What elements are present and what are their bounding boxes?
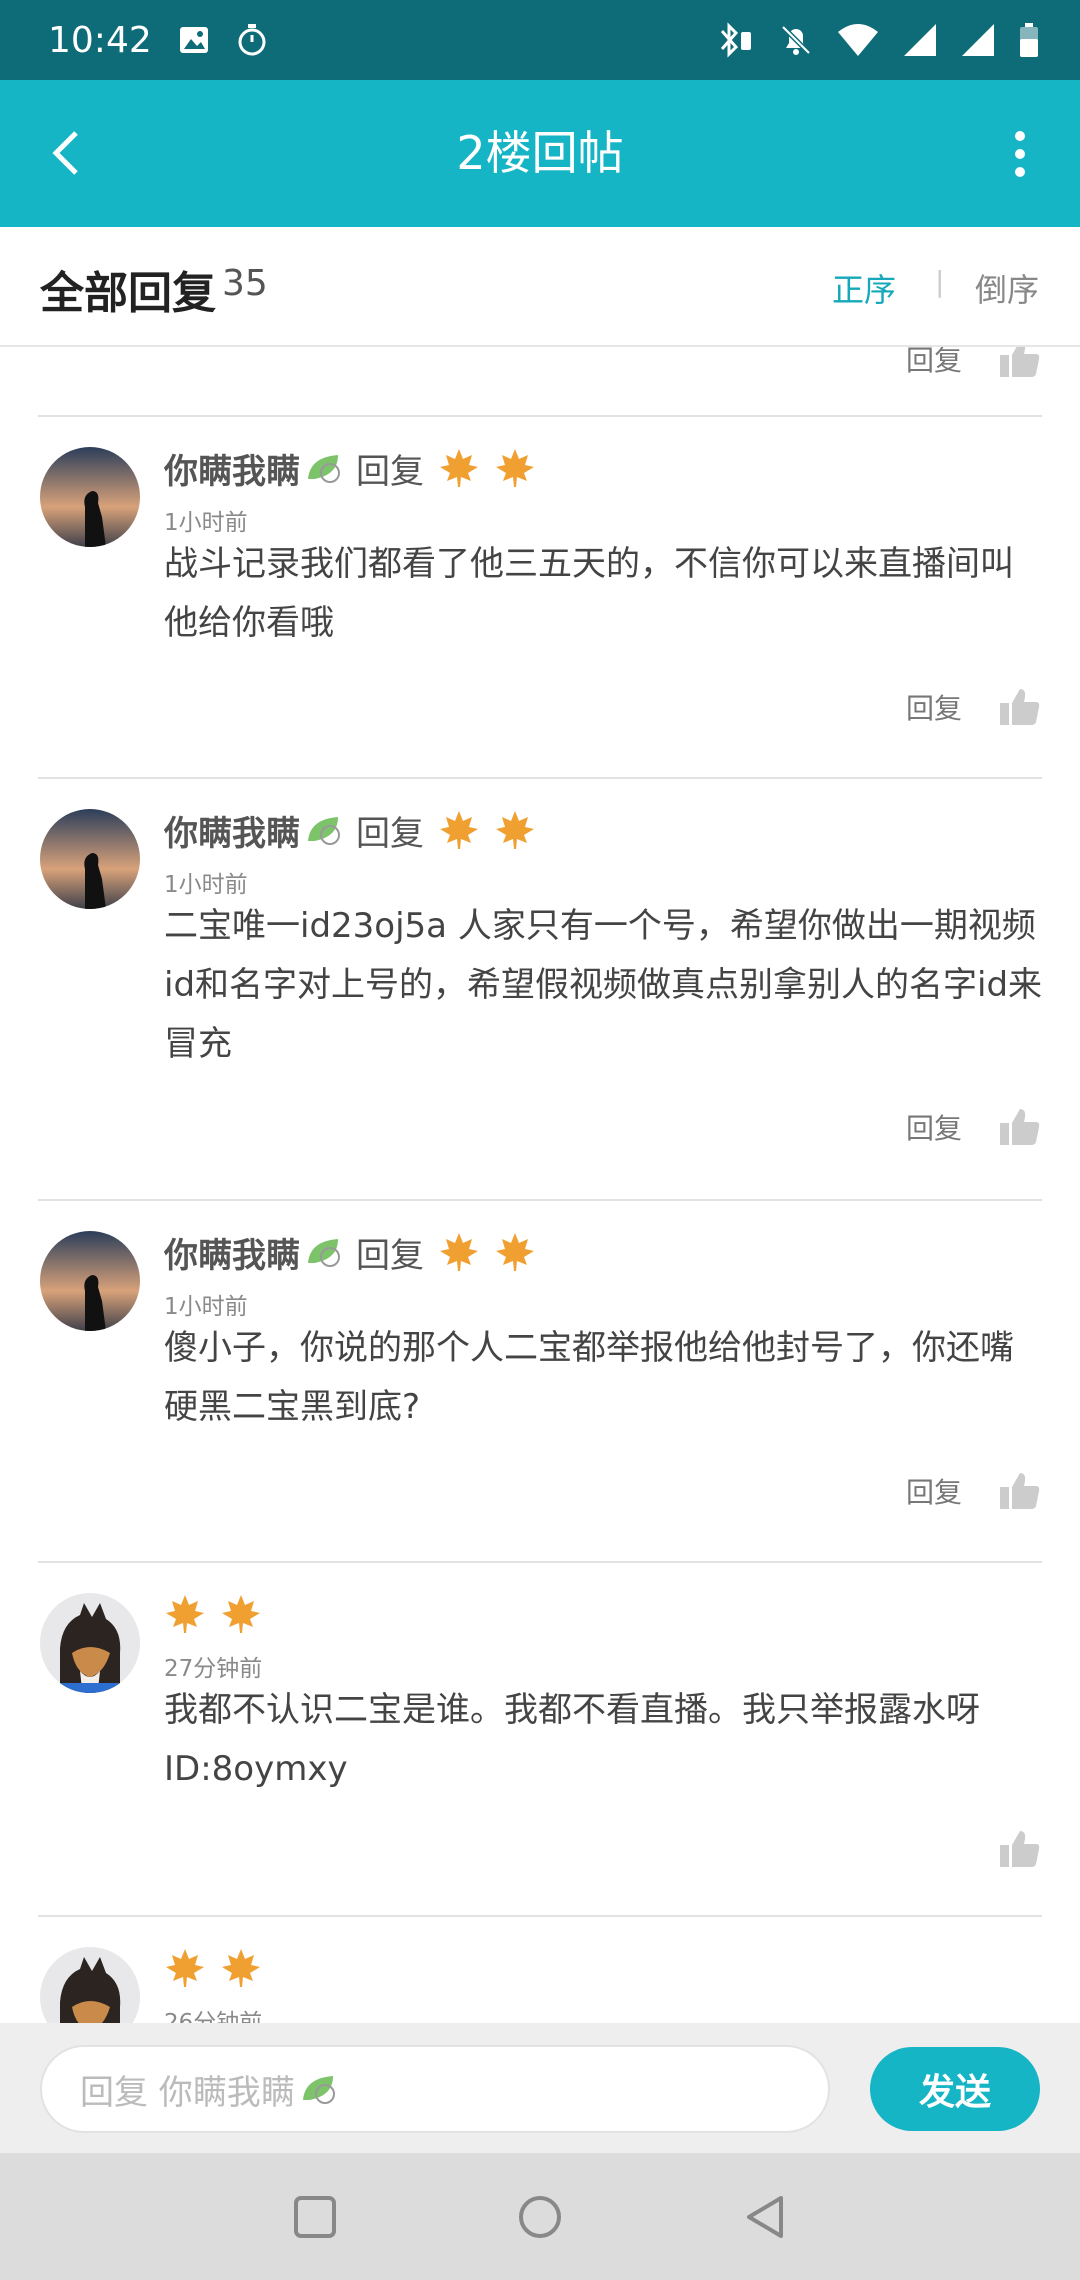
reply-composer: 回复 你瞒我瞒 发送 bbox=[0, 2023, 1080, 2153]
like-icon[interactable] bbox=[998, 347, 1042, 381]
avatar[interactable] bbox=[40, 809, 140, 909]
post-content: 二宝唯一id23oj5a 人家只有一个号，希望你做出一期视频id和名字对上号的，… bbox=[164, 906, 1043, 1064]
status-time: 10:42 bbox=[48, 19, 152, 61]
reply-input[interactable]: 回复 你瞒我瞒 bbox=[40, 2045, 830, 2133]
page-title: 2楼回帖 bbox=[456, 126, 624, 180]
more-vertical-icon bbox=[1015, 131, 1025, 177]
status-bar: 10:42 bbox=[0, 0, 1080, 80]
maple-leaf-icon bbox=[166, 1595, 204, 1633]
sort-ascending-tab[interactable]: 正序 bbox=[832, 265, 896, 311]
post-content: 战斗记录我们都看了他三五天的，不信你可以来直播间叫他给你看哦 bbox=[164, 544, 1014, 643]
username[interactable]: 你瞒我瞒 bbox=[164, 444, 300, 493]
replies-header: 全部回复 35 正序 | 倒序 bbox=[0, 227, 1080, 347]
avatar[interactable] bbox=[40, 447, 140, 547]
app-bar: 2楼回帖 bbox=[0, 80, 1080, 227]
signal-icon-2 bbox=[962, 24, 994, 56]
replies-label: 全部回复 bbox=[40, 268, 216, 319]
maple-leaf-icon bbox=[496, 1233, 534, 1271]
back-triangle-icon[interactable] bbox=[743, 2194, 787, 2240]
post-time: 26分钟前 bbox=[164, 2010, 263, 2023]
reply-list[interactable]: 回复 你瞒我瞒 回复 1小时前 战斗记录我们都看了他三五天的，不信你可以来直播间… bbox=[0, 347, 1080, 2023]
reply-input-placeholder: 回复 你瞒我瞒 bbox=[80, 2072, 295, 2113]
maple-leaf-icon bbox=[440, 811, 478, 849]
reply-link[interactable]: 回复 bbox=[906, 347, 962, 379]
image-icon bbox=[179, 27, 208, 53]
maple-leaf-icon bbox=[440, 449, 478, 487]
reply-indicator: 回复 bbox=[356, 1235, 424, 1276]
avatar[interactable] bbox=[40, 1593, 140, 1693]
reply-item: 你瞒我瞒 回复 1小时前 战斗记录我们都看了他三五天的，不信你可以来直播间叫他给… bbox=[0, 417, 1080, 777]
mute-notification-icon bbox=[781, 25, 811, 55]
reply-link[interactable]: 回复 bbox=[906, 1107, 962, 1147]
more-options-button[interactable] bbox=[1000, 124, 1040, 184]
avatar[interactable] bbox=[40, 1231, 140, 1331]
replies-count: 35 bbox=[222, 263, 268, 304]
signal-icon bbox=[904, 24, 936, 56]
username[interactable]: 你瞒我瞒 bbox=[164, 1228, 300, 1277]
post-content: 我都不认识二宝是谁。我都不看直播。我只举报露水呀ID:8oymxy bbox=[164, 1690, 980, 1789]
post-content: 傻小子，你说的那个人二宝都举报他给他封号了，你还嘴硬黑二宝黑到底? bbox=[164, 1328, 1014, 1427]
like-icon[interactable] bbox=[998, 1469, 1042, 1513]
system-nav-bar bbox=[0, 2153, 1080, 2280]
reply-item: 26分钟前 bbox=[0, 1917, 1080, 2023]
reply-item: 你瞒我瞒 回复 1小时前 二宝唯一id23oj5a 人家只有一个号，希望你做出一… bbox=[0, 779, 1080, 1199]
post-time: 1小时前 bbox=[164, 872, 248, 898]
maple-leaf-icon bbox=[166, 1949, 204, 1987]
avatar[interactable] bbox=[40, 1947, 140, 2023]
like-icon[interactable] bbox=[998, 685, 1042, 729]
maple-leaf-icon bbox=[496, 811, 534, 849]
like-icon[interactable] bbox=[998, 1827, 1042, 1871]
reply-item: 你瞒我瞒 回复 1小时前 傻小子，你说的那个人二宝都举报他给他封号了，你还嘴硬黑… bbox=[0, 1201, 1080, 1561]
maple-leaf-icon bbox=[440, 1233, 478, 1271]
sort-separator: | bbox=[935, 265, 945, 298]
level-leaf-badge-icon bbox=[308, 455, 340, 483]
sort-descending-tab[interactable]: 倒序 bbox=[975, 265, 1039, 311]
maple-leaf-icon bbox=[222, 1949, 260, 1987]
wifi-icon bbox=[838, 24, 878, 56]
maple-leaf-icon bbox=[496, 449, 534, 487]
reply-item: 27分钟前 我都不认识二宝是谁。我都不看直播。我只举报露水呀ID:8oymxy bbox=[0, 1563, 1080, 1915]
post-time: 1小时前 bbox=[164, 510, 248, 536]
partial-post: 回复 bbox=[0, 347, 1080, 417]
maple-leaf-icon bbox=[222, 1595, 260, 1633]
bluetooth-battery-icon bbox=[720, 22, 751, 58]
post-time: 1小时前 bbox=[164, 1294, 248, 1320]
home-circle-icon[interactable] bbox=[517, 2194, 563, 2240]
reply-link[interactable]: 回复 bbox=[906, 687, 962, 727]
username[interactable]: 你瞒我瞒 bbox=[164, 806, 300, 855]
reply-link[interactable]: 回复 bbox=[906, 1471, 962, 1511]
battery-icon bbox=[1020, 23, 1038, 57]
level-leaf-badge-icon bbox=[308, 817, 340, 845]
post-time: 27分钟前 bbox=[164, 1656, 263, 1682]
reply-indicator: 回复 bbox=[356, 813, 424, 854]
reply-indicator: 回复 bbox=[356, 451, 424, 492]
send-button[interactable]: 发送 bbox=[870, 2047, 1040, 2131]
recents-square-icon[interactable] bbox=[293, 2195, 337, 2239]
like-icon[interactable] bbox=[998, 1105, 1042, 1149]
level-leaf-badge-icon bbox=[302, 2076, 335, 2104]
level-leaf-badge-icon bbox=[308, 1239, 340, 1267]
timer-icon bbox=[238, 24, 266, 56]
